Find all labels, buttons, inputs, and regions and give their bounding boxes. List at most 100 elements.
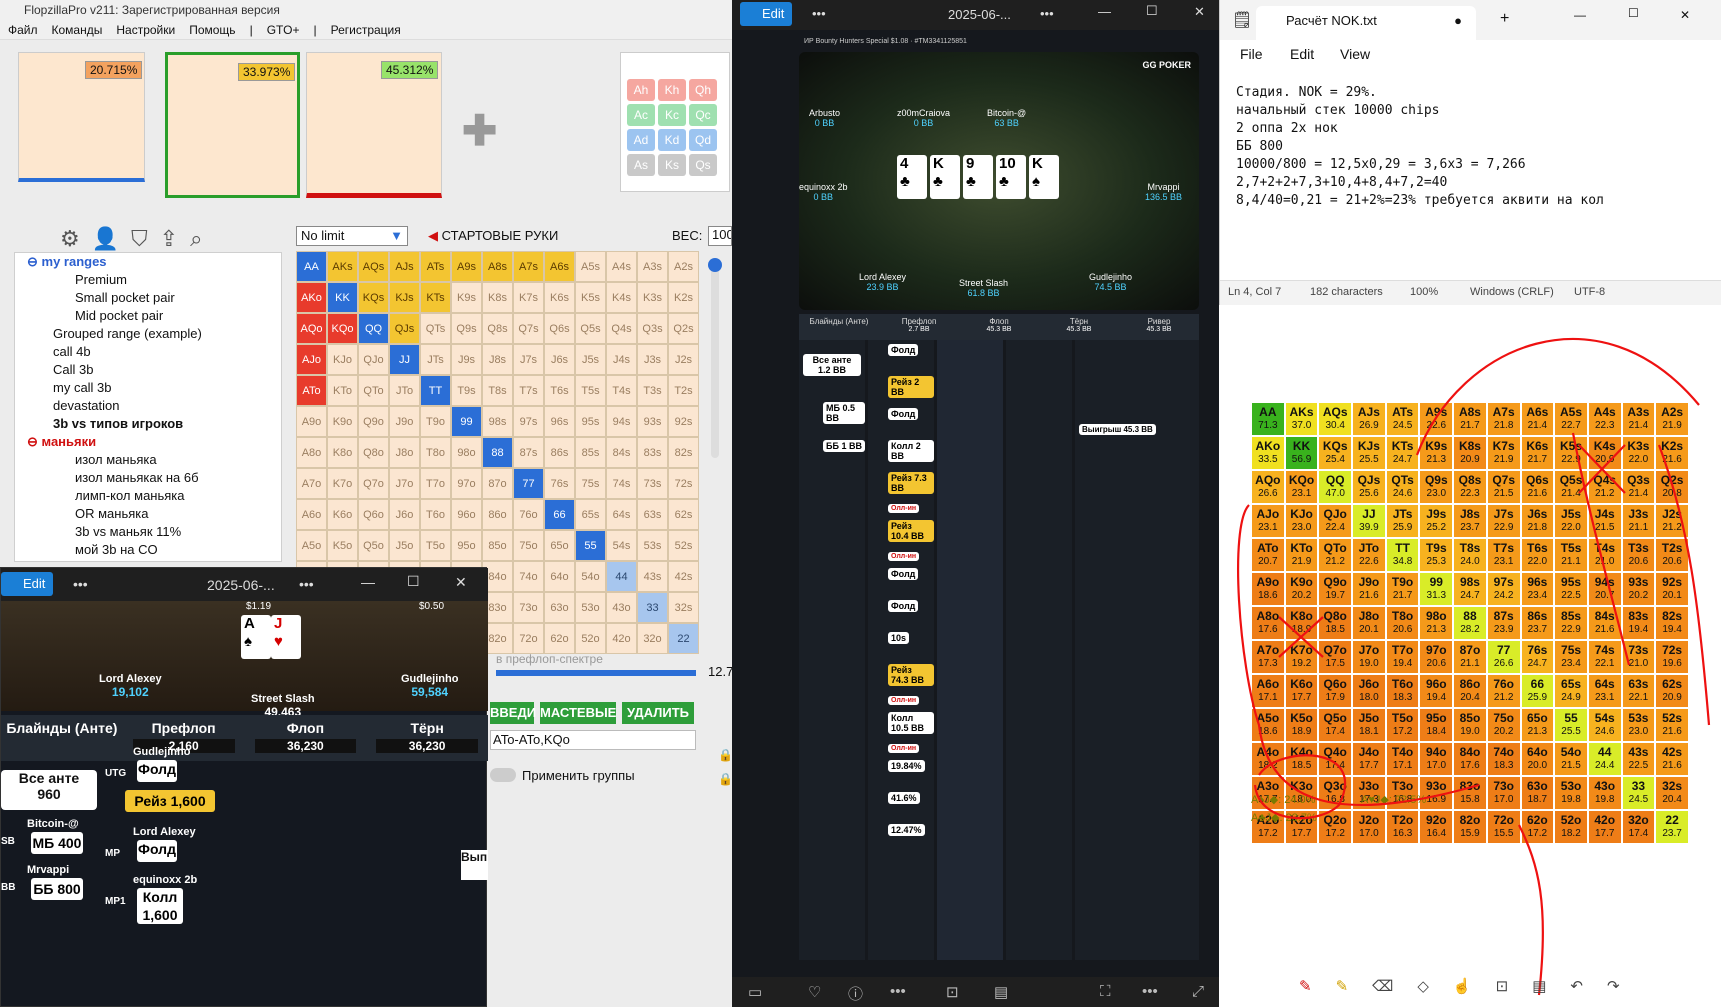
range-cell[interactable]: T5s [575,375,606,406]
range-cell[interactable]: 76s [544,468,575,499]
range-cell[interactable]: T3s [637,375,668,406]
range-cell[interactable]: QJs [389,313,420,344]
range-cell[interactable]: 86s [544,437,575,468]
range-cell[interactable]: A6o [296,499,327,530]
range-cell[interactable]: 95o [451,530,482,561]
range-cell[interactable]: J6s [544,344,575,375]
range-cell[interactable]: T7o [420,468,451,499]
range-cell[interactable]: 72o [513,623,544,654]
range-cell[interactable]: T6s [544,375,575,406]
eraser-icon[interactable]: ⌫ [1372,977,1393,1007]
menu-dots-icon[interactable]: ••• [299,576,314,592]
tree-item[interactable]: Small pocket pair [15,289,281,307]
range-cell[interactable]: T5o [420,530,451,561]
range-cell[interactable]: AQo [296,313,327,344]
menu-dots-icon[interactable]: ••• [890,983,906,1000]
range-cell[interactable]: QTo [358,375,389,406]
range-cell[interactable]: AA [296,251,327,282]
range-cell[interactable]: 43o [606,592,637,623]
range-cell[interactable]: Q8s [482,313,513,344]
range-cell[interactable]: QTs [420,313,451,344]
menu-item[interactable]: View [1340,46,1370,62]
minimize-icon[interactable]: — [1574,8,1586,22]
range-cell[interactable]: 44 [606,561,637,592]
menu-item[interactable]: File [1240,46,1263,62]
tree-item[interactable]: call 4b [15,343,281,361]
range-cell[interactable]: 98s [482,406,513,437]
range-cell[interactable]: A5s [575,251,606,282]
range-cell[interactable]: T6o [420,499,451,530]
suit-card-Qd[interactable]: Qd [689,129,717,151]
menu-dots-icon[interactable]: ••• [1040,6,1054,21]
suit-card-Ad[interactable]: Ad [627,129,655,151]
range-cell[interactable]: JJ [389,344,420,375]
document-text[interactable]: Стадия. NOK = 29%. начальный стек 10000 … [1236,84,1716,210]
range-cell[interactable]: QQ [358,313,389,344]
range-cell[interactable]: 64o [544,561,575,592]
tree-item[interactable]: OR маньяка [15,505,281,523]
tree-item[interactable]: мой 3b на CO [15,541,281,559]
search-icon[interactable]: ⌕ [190,226,202,252]
fit-icon[interactable]: ⛶ [1100,983,1111,1000]
add-range-icon[interactable]: ✚ [462,106,497,155]
range-cell[interactable]: 63s [637,499,668,530]
menu-item[interactable]: Помощь [189,23,235,37]
range-cell[interactable]: 97s [513,406,544,437]
tree-item[interactable]: Premium [15,271,281,289]
tree-item[interactable]: Mid pocket pair [15,307,281,325]
tree-item[interactable]: 3b vs типов игроков [15,415,281,433]
menu-item[interactable]: Файл [8,23,38,37]
range-cell[interactable]: J7s [513,344,544,375]
horizontal-slider[interactable] [496,670,696,676]
range-cell[interactable]: K8o [327,437,358,468]
range-cell[interactable]: KTo [327,375,358,406]
menu-item[interactable]: Edit [1290,46,1314,62]
range-cell[interactable]: K6s [544,282,575,313]
range-cell[interactable]: 92s [668,406,699,437]
lock-icon[interactable]: 🔒 [718,772,733,786]
range-cell[interactable]: Q9s [451,313,482,344]
range-cell[interactable]: JTs [420,344,451,375]
suit-card-Ac[interactable]: Ac [627,104,655,126]
range-cell[interactable]: A7o [296,468,327,499]
range-cell[interactable]: J5s [575,344,606,375]
range-cell[interactable]: K4s [606,282,637,313]
menu-item[interactable]: Регистрация [331,23,401,37]
tree-item[interactable]: 3b vs маньяк 11% [15,523,281,541]
range-cell[interactable]: 65s [575,499,606,530]
range-cell[interactable]: 95s [575,406,606,437]
edit-button[interactable]: Edit [1,572,53,596]
range-cell[interactable]: 62s [668,499,699,530]
range-cell[interactable]: 93s [637,406,668,437]
range-cell[interactable]: 74o [513,561,544,592]
range-cell[interactable]: Q9o [358,406,389,437]
range-cell[interactable]: J8s [482,344,513,375]
range-cell[interactable]: K9o [327,406,358,437]
suit-card-Ah[interactable]: Ah [627,79,655,101]
range-cell[interactable]: T8o [420,437,451,468]
range-cell[interactable]: T4s [606,375,637,406]
edit-button[interactable]: Edit [740,2,792,26]
range-cell[interactable]: 65o [544,530,575,561]
range-cell[interactable]: 22 [668,623,699,654]
range-cell[interactable]: Q5s [575,313,606,344]
suit-card-Ks[interactable]: Ks [658,154,686,176]
suit-card-Qc[interactable]: Qc [689,104,717,126]
expand-icon[interactable]: ⤢ [1192,983,1204,1000]
range-cell[interactable]: J7o [389,468,420,499]
range-cell[interactable]: A7s [513,251,544,282]
range-cell[interactable]: 77 [513,468,544,499]
range-cell[interactable]: J3s [637,344,668,375]
pen-icon[interactable]: ✎ [1299,977,1312,1007]
range-cell[interactable]: 96s [544,406,575,437]
range-cell[interactable]: K3s [637,282,668,313]
range-cell[interactable]: T9s [451,375,482,406]
range-cell[interactable]: T2s [668,375,699,406]
lock-icon[interactable]: 🔒 [718,748,733,762]
filter-icon[interactable]: ⛉ [131,226,148,252]
range-cell[interactable]: J9o [389,406,420,437]
range-cell[interactable]: K7o [327,468,358,499]
range-cell[interactable]: TT [420,375,451,406]
tree-item[interactable]: Call 3b [15,361,281,379]
shapes-icon[interactable]: ◇ [1417,977,1429,1007]
